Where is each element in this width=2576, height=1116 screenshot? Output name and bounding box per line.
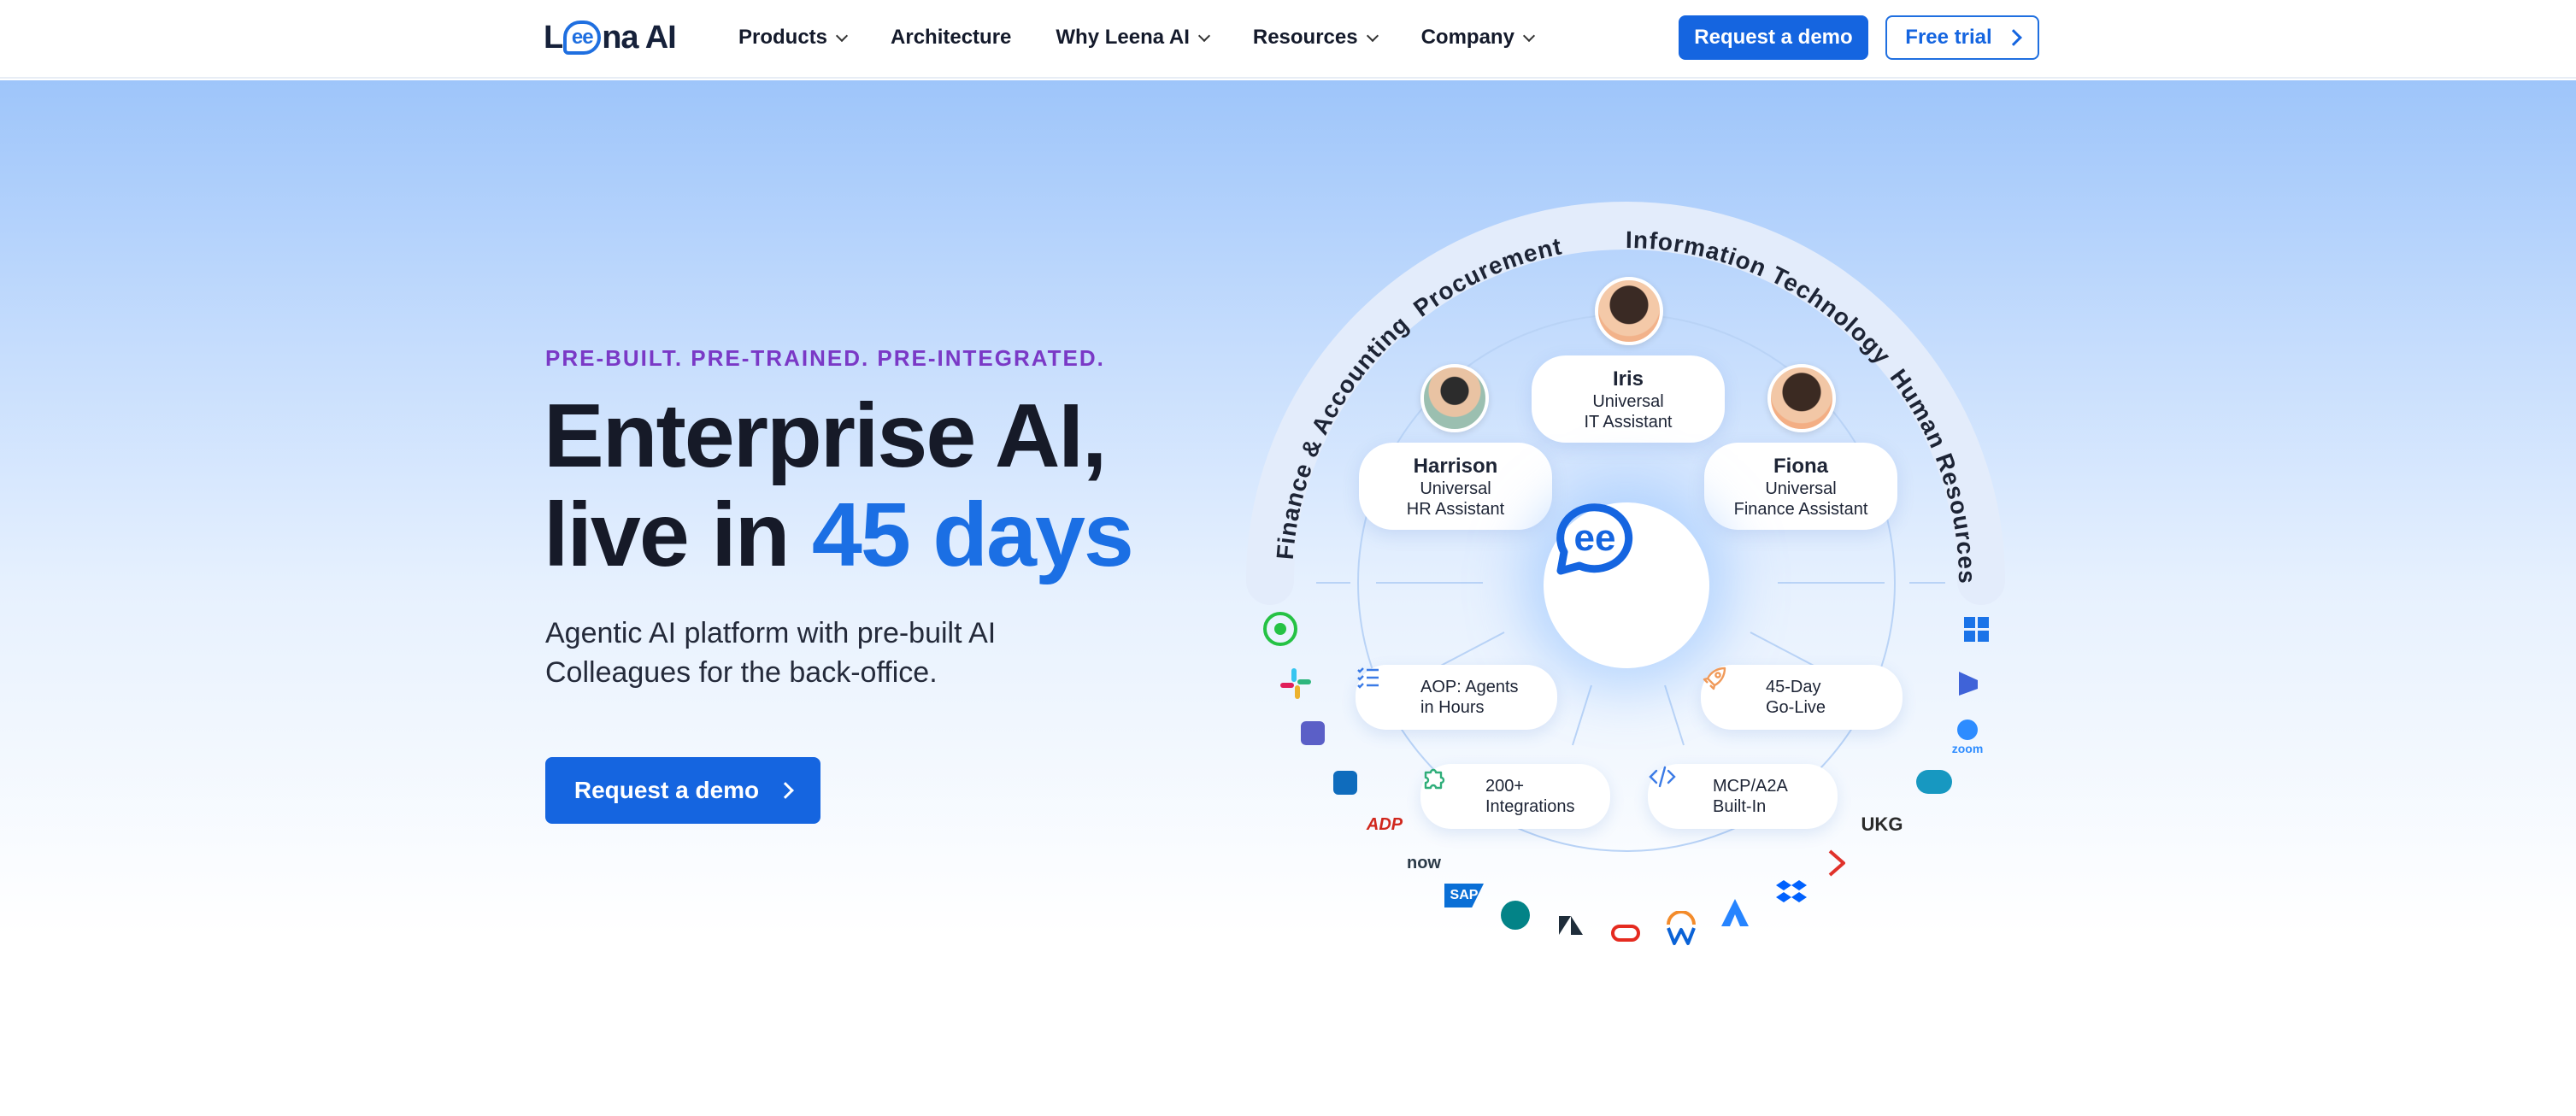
teams-icon [1297, 720, 1328, 747]
dropbox-icon [1776, 878, 1810, 909]
feature-text: in Hours [1420, 698, 1485, 717]
zoom-label: zoom [1951, 742, 1984, 755]
nav-item-why-leena-ai[interactable]: Why Leena AI [1056, 21, 1210, 55]
checklist-icon [1357, 667, 1407, 712]
assistant-role: Universal [1592, 392, 1664, 411]
top-nav: Lee na AI Products Architecture Why Leena… [0, 0, 2576, 79]
request-demo-button-hero[interactable]: Request a demo [545, 757, 820, 824]
ukg-logo: UKG [1861, 814, 1903, 835]
leena-center-logo: ee [1544, 502, 1709, 668]
feature-text: Go-Live [1766, 698, 1826, 717]
zoom-logo: zoom [1945, 718, 1990, 757]
free-trial-label: Free trial [1905, 26, 1992, 49]
nav-item-architecture[interactable]: Architecture [891, 21, 1011, 55]
request-demo-button-nav[interactable]: Request a demo [1679, 15, 1868, 60]
salesforce-icon [1914, 767, 1954, 796]
assistant-role: IT Assistant [1584, 413, 1673, 432]
chevron-down-icon [1522, 29, 1536, 42]
chevron-right-icon [777, 782, 795, 799]
nav-item-resources[interactable]: Resources [1252, 21, 1379, 55]
servicenow-logo: now [1407, 853, 1441, 872]
fiona-avatar [1767, 364, 1836, 432]
slack-icon [1279, 667, 1313, 701]
assistant-name: Iris [1612, 367, 1644, 391]
headline-line-1: Enterprise AI, [544, 385, 1107, 486]
nav-item-products[interactable]: Products [738, 21, 849, 55]
microsoft-windows-icon [1964, 617, 1991, 644]
nav-item-label: Resources [1252, 26, 1358, 49]
atlassian-icon [1720, 897, 1754, 931]
assistant-card-iris[interactable]: Iris Universal IT Assistant [1532, 355, 1725, 443]
leena-ai-logo[interactable]: Lee na AI [544, 15, 677, 60]
iris-avatar [1595, 277, 1663, 345]
chevron-down-icon [1197, 29, 1210, 42]
logo-ee-mark: ee [563, 21, 602, 55]
assistant-card-harrison[interactable]: Harrison Universal HR Assistant [1359, 443, 1552, 530]
feature-pill-integrations[interactable]: 200+ Integrations [1420, 764, 1610, 829]
outlook-icon [1330, 769, 1361, 796]
feature-pill-mcp[interactable]: MCP/A2A Built-In [1648, 764, 1838, 829]
chevron-right-icon [2004, 29, 2022, 46]
hero-subtitle: Agentic AI platform with pre-built AI Co… [545, 617, 997, 689]
assistant-card-fiona[interactable]: Fiona Universal Finance Assistant [1704, 443, 1897, 530]
puzzle-icon [1424, 768, 1472, 811]
chevron-down-icon [835, 29, 849, 42]
chevron-down-icon [1366, 29, 1379, 42]
adp-logo: ADP [1366, 814, 1403, 834]
feature-pill-aop[interactable]: AOP: Agents in Hours [1356, 665, 1557, 730]
logo-text-l: L [544, 19, 563, 56]
workday-icon [1663, 911, 1701, 949]
nav-item-label: Company [1420, 26, 1514, 49]
code-icon [1649, 766, 1699, 811]
feature-text: MCP/A2A [1713, 777, 1788, 796]
hero-headline: Enterprise AI, live in 45 days [544, 385, 1134, 585]
logo-text-rest: na AI [602, 19, 676, 56]
feature-text: Integrations [1485, 797, 1575, 816]
bamboo-icon [1827, 849, 1853, 880]
nav-item-label: Architecture [891, 26, 1012, 49]
assistant-role: Finance Assistant [1733, 500, 1868, 519]
feature-text: AOP: Agents [1420, 678, 1519, 696]
headline-highlight: 45 days [811, 485, 1134, 585]
nav-item-label: Why Leena AI [1056, 26, 1190, 49]
sharepoint-icon [1499, 899, 1532, 931]
assistant-role: Universal [1420, 479, 1491, 498]
feature-pill-go-live[interactable]: 45-Day Go-Live [1701, 665, 1903, 730]
assistant-name: Harrison [1413, 455, 1498, 478]
nav-item-company[interactable]: Company [1420, 21, 1536, 55]
free-trial-button[interactable]: Free trial [1885, 15, 2039, 60]
dynamics-icon [1957, 670, 1983, 699]
assistant-role: HR Assistant [1406, 500, 1505, 519]
zendesk-icon [1557, 914, 1588, 945]
harrison-avatar [1420, 364, 1489, 432]
rocket-icon [1703, 667, 1752, 712]
leena-speech-bubble-icon: ee [1556, 503, 1633, 575]
headline-line-2: live in [544, 485, 812, 585]
nav-item-label: Products [738, 26, 828, 49]
main-menu: Products Architecture Why Leena AI Resou… [738, 21, 1536, 55]
whatsapp-icon [1263, 612, 1297, 646]
oracle-icon [1609, 918, 1643, 949]
assistant-name: Fiona [1773, 455, 1828, 478]
ai-colleagues-diagram: Finance & Accounting Procurement Informa… [1239, 197, 2008, 966]
feature-text: 45-Day [1766, 678, 1821, 696]
feature-text: Built-In [1713, 797, 1767, 816]
hero-eyebrow: PRE-BUILT. PRE-TRAINED. PRE-INTEGRATED. [545, 345, 1105, 371]
request-demo-label: Request a demo [573, 777, 760, 803]
svg-text:ee: ee [1574, 517, 1616, 559]
feature-text: 200+ [1485, 777, 1525, 796]
assistant-role: Universal [1765, 479, 1837, 498]
